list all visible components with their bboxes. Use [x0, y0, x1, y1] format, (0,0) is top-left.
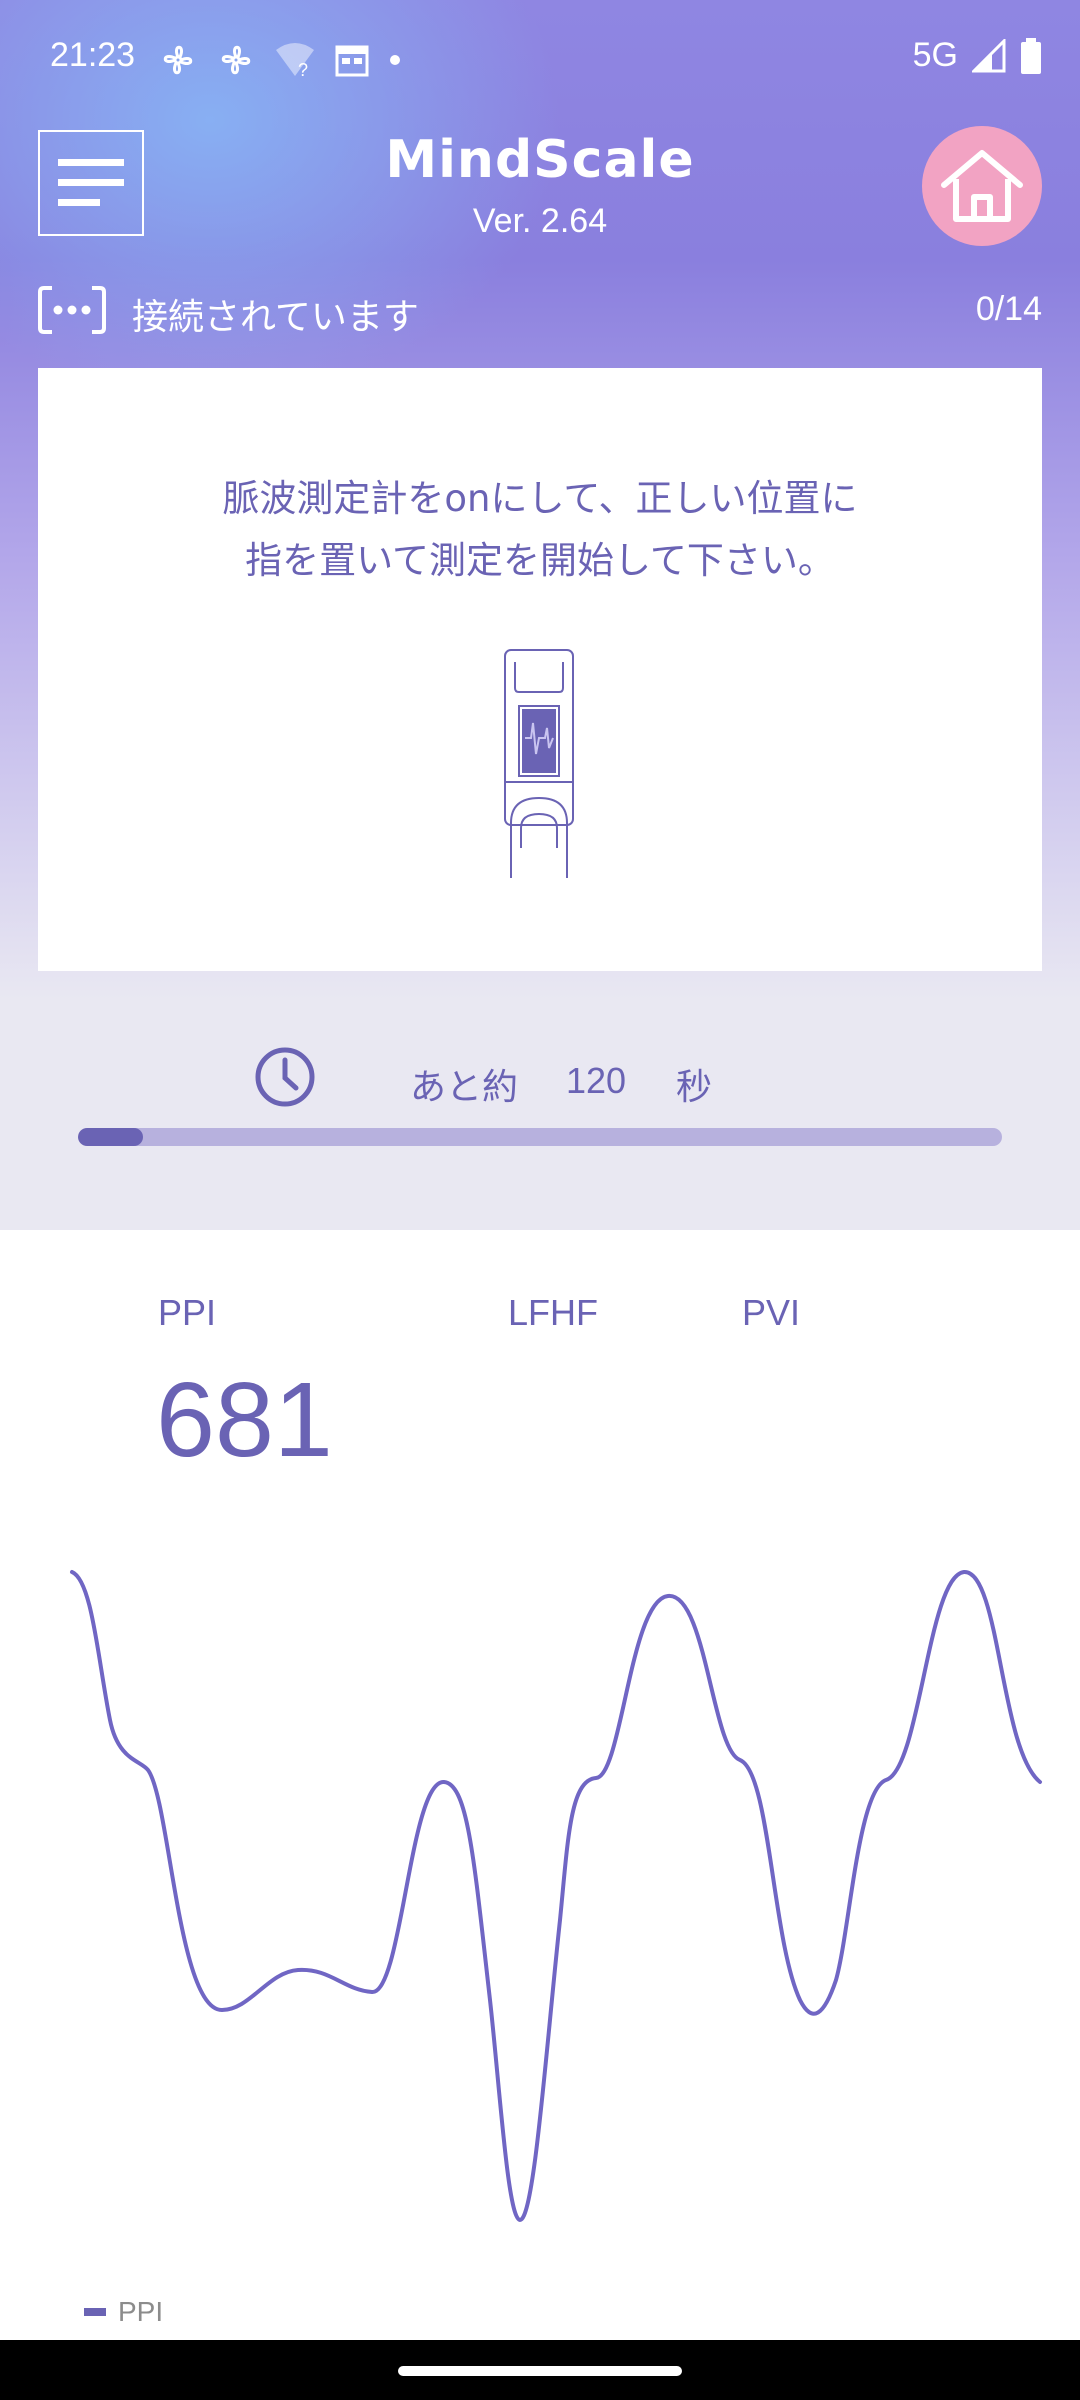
svg-text:?: ? [298, 60, 308, 80]
calendar-icon [335, 45, 369, 77]
home-gesture-handle[interactable] [398, 2366, 682, 2376]
signal-icon [972, 38, 1006, 72]
legend-swatch [84, 2308, 106, 2316]
instruction-card: 脈波測定計をonにして、正しい位置に 指を置いて測定を開始して下さい。 [38, 368, 1042, 971]
connection-row: 接続されています 0/14 [38, 280, 1042, 340]
status-bar: 21:23 ? 5G [0, 0, 1080, 120]
pulse-sensor-illustration [504, 649, 574, 878]
instruction-line-1: 脈波測定計をonにして、正しい位置に [222, 477, 858, 520]
lfhf-label: LFHF [508, 1292, 598, 1333]
dot-icon [390, 55, 400, 65]
app-title: MindScale [385, 130, 695, 190]
ppi-label: PPI [158, 1292, 217, 1333]
fan-icon [221, 45, 251, 75]
bluetooth-connected-icon [38, 286, 106, 334]
app-version: Ver. 2.64 [472, 202, 608, 240]
network-type: 5G [912, 36, 958, 74]
status-right: 5G [913, 36, 1042, 75]
home-icon [941, 150, 1023, 222]
status-icons: ? [158, 38, 402, 82]
connection-status: 接続されています [132, 297, 419, 338]
home-button[interactable] [922, 126, 1042, 246]
ppi-waveform-line [70, 1569, 1042, 2222]
status-time: 21:23 [50, 36, 136, 74]
ppi-waveform-chart [70, 1569, 1042, 2222]
connection-count: 0/14 [975, 290, 1042, 328]
ppi-value: 681 [156, 1361, 333, 1479]
instruction-text: 脈波測定計をonにして、正しい位置に 指を置いて測定を開始して下さい。 [38, 468, 1042, 592]
fan-icon [163, 45, 193, 75]
battery-icon [1021, 37, 1041, 74]
pvi-label: PVI [742, 1292, 801, 1333]
chart-legend: PPI [84, 2296, 163, 2328]
instruction-line-2: 指を置いて測定を開始して下さい。 [245, 539, 835, 582]
wifi-unknown-icon: ? [276, 43, 314, 80]
legend-label: PPI [118, 2296, 164, 2327]
